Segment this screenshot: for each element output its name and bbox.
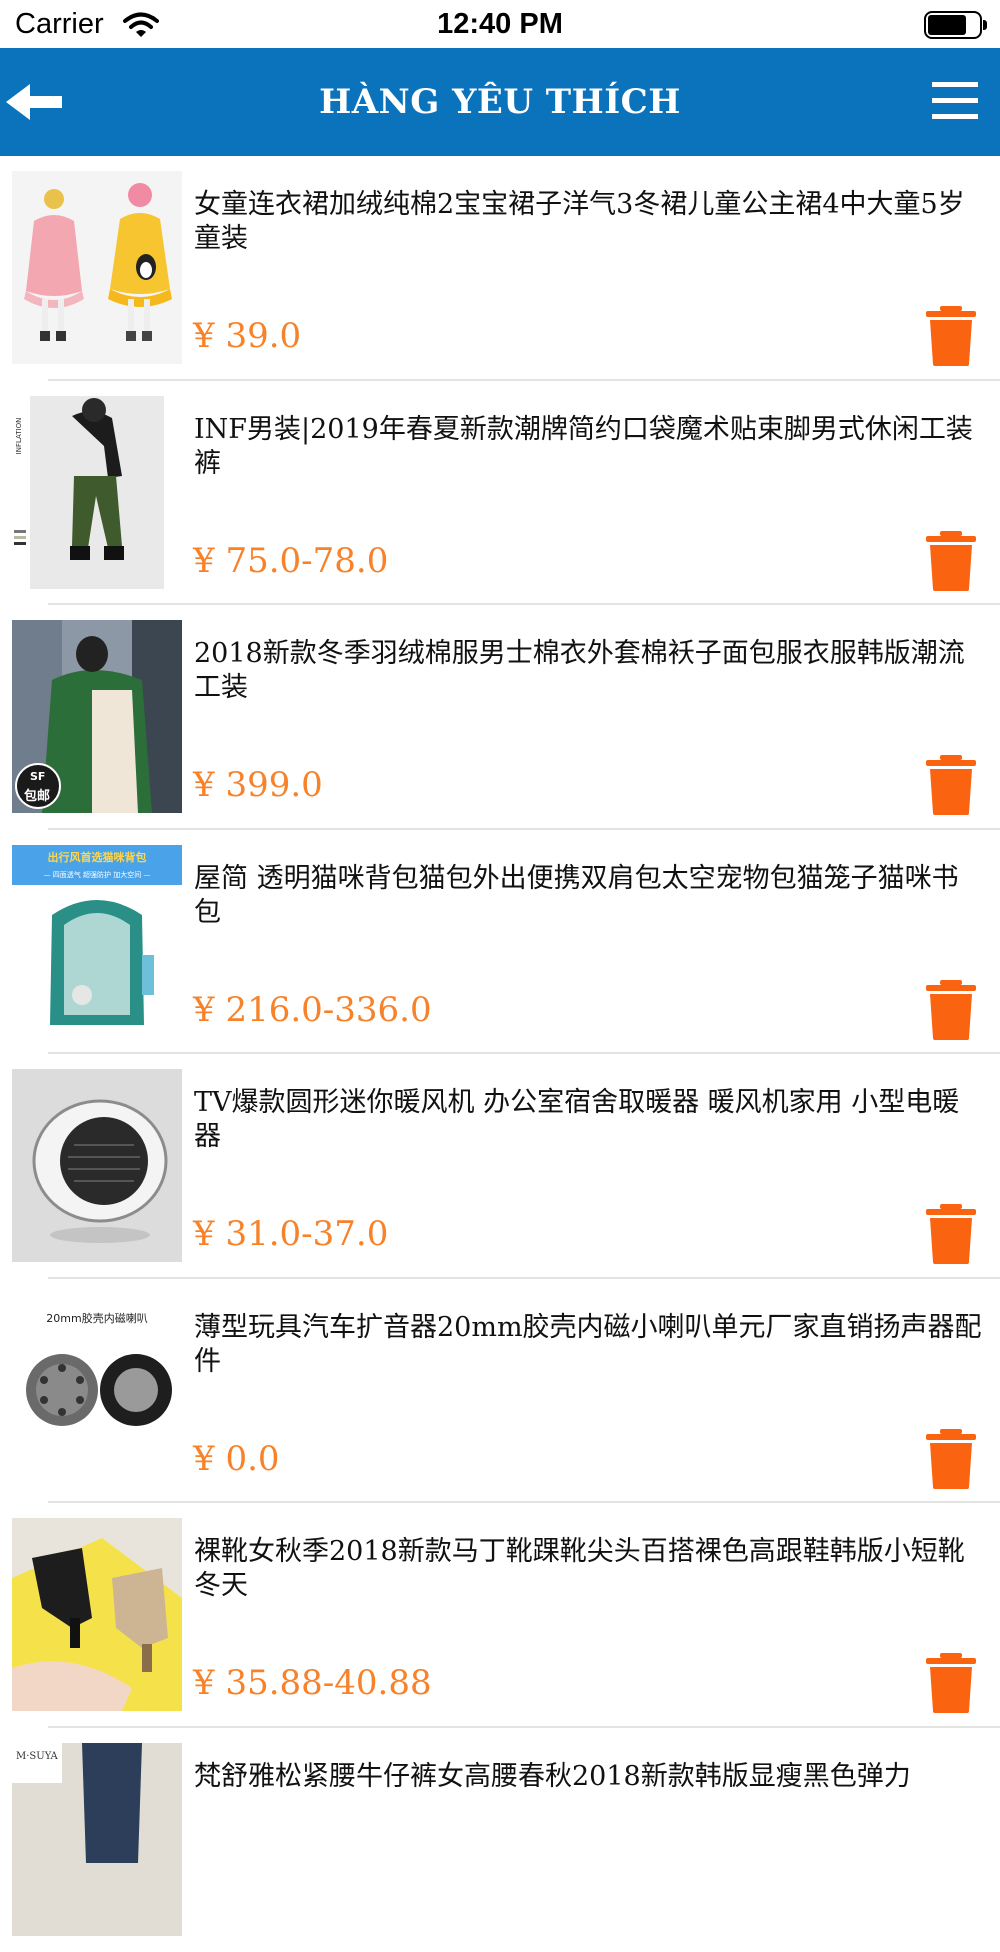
page-title: HÀNG YÊU THÍCH — [0, 82, 1000, 122]
product-price: ¥ 35.88-40.88 — [193, 1663, 432, 1703]
product-image[interactable] — [12, 1069, 182, 1262]
product-title[interactable]: 薄型玩具汽车扩音器20mm胶壳内磁小喇叭单元厂家直销扬声器配件 — [194, 1311, 984, 1379]
delete-button[interactable] — [924, 306, 978, 366]
trash-icon — [924, 1429, 978, 1489]
clock-label: 12:40 PM — [0, 8, 1000, 41]
list-item[interactable]: 20mm胶壳内磁喇叭 薄型玩具汽车扩音器20mm胶壳内磁小喇叭单元厂家直销扬声器… — [0, 1279, 1000, 1504]
thumb-brand-text: INFLATION — [15, 417, 23, 454]
thumb-badge-text: SF — [30, 770, 45, 783]
list-item[interactable]: 裸靴女秋季2018新款马丁靴踝靴尖头百搭裸色高跟鞋韩版小短靴冬天 ¥ 35.88… — [0, 1503, 1000, 1728]
product-title[interactable]: 梵舒雅松紧腰牛仔裤女高腰春秋2018新款韩版显瘦黑色弹力 — [194, 1760, 984, 1794]
delete-button[interactable] — [924, 1429, 978, 1489]
delete-button[interactable] — [924, 1204, 978, 1264]
list-item[interactable]: SF 包邮 2018新款冬季羽绒棉服男士棉衣外套棉袄子面包服衣服韩版潮流工装 ¥… — [0, 605, 1000, 830]
product-image[interactable]: INFLATION — [12, 396, 182, 589]
battery-icon — [924, 11, 988, 39]
product-title[interactable]: 裸靴女秋季2018新款马丁靴踝靴尖头百搭裸色高跟鞋韩版小短靴冬天 — [194, 1535, 984, 1603]
status-bar: Carrier 12:40 PM — [0, 0, 1000, 48]
product-image[interactable]: 出行风首选猫咪背包 — 四面透气 超强防护 加大空间 — — [12, 845, 182, 1038]
list-item[interactable]: 出行风首选猫咪背包 — 四面透气 超强防护 加大空间 — 屋简 透明猫咪背包猫包… — [0, 830, 1000, 1055]
product-image[interactable] — [12, 1518, 182, 1711]
delete-button[interactable] — [924, 980, 978, 1040]
product-price: ¥ 399.0 — [193, 765, 323, 805]
delete-button[interactable] — [924, 531, 978, 591]
trash-icon — [924, 980, 978, 1040]
delete-button[interactable] — [924, 1653, 978, 1713]
thumb-brand-text: M·SUYA — [16, 1751, 59, 1762]
list-item[interactable]: TV爆款圆形迷你暖风机 办公室宿舍取暖器 暖风机家用 小型电暖器 ¥ 31.0-… — [0, 1054, 1000, 1279]
trash-icon — [924, 306, 978, 366]
thumb-banner-text: 出行风首选猫咪背包 — [48, 850, 147, 864]
menu-button[interactable] — [928, 74, 984, 130]
product-price: ¥ 75.0-78.0 — [193, 541, 388, 581]
list-item[interactable]: INFLATION INF男装|2019年春夏新款潮牌简约口袋魔术贴束脚男式休闲… — [0, 381, 1000, 606]
trash-icon — [924, 1204, 978, 1264]
product-price: ¥ 216.0-336.0 — [193, 990, 432, 1030]
thumb-banner-text: — 四面透气 超强防护 加大空间 — — [44, 870, 151, 879]
product-title[interactable]: INF男装|2019年春夏新款潮牌简约口袋魔术贴束脚男式休闲工装裤 — [194, 413, 984, 481]
product-price: ¥ 39.0 — [193, 316, 301, 356]
list-item[interactable]: M·SUYA 梵舒雅松紧腰牛仔裤女高腰春秋2018新款韩版显瘦黑色弹力 — [0, 1728, 1000, 1952]
product-image[interactable] — [12, 171, 182, 364]
product-title[interactable]: 女童连衣裙加绒纯棉2宝宝裙子洋气3冬裙儿童公主裙4中大童5岁童装 — [194, 188, 984, 256]
trash-icon — [924, 755, 978, 815]
product-image[interactable]: 20mm胶壳内磁喇叭 — [12, 1294, 182, 1487]
trash-icon — [924, 531, 978, 591]
list-item[interactable]: 女童连衣裙加绒纯棉2宝宝裙子洋气3冬裙儿童公主裙4中大童5岁童装 ¥ 39.0 — [0, 156, 1000, 381]
product-image[interactable]: SF 包邮 — [12, 620, 182, 813]
thumb-badge-text: 包邮 — [24, 788, 50, 804]
trash-icon — [924, 1653, 978, 1713]
product-price: ¥ 31.0-37.0 — [193, 1214, 388, 1254]
product-title[interactable]: 2018新款冬季羽绒棉服男士棉衣外套棉袄子面包服衣服韩版潮流工装 — [194, 637, 984, 705]
product-image[interactable]: M·SUYA — [12, 1743, 182, 1936]
product-price: ¥ 0.0 — [193, 1439, 280, 1479]
delete-button[interactable] — [924, 755, 978, 815]
product-title[interactable]: TV爆款圆形迷你暖风机 办公室宿舍取暖器 暖风机家用 小型电暖器 — [194, 1086, 984, 1154]
hamburger-menu-icon — [928, 74, 984, 130]
product-title[interactable]: 屋简 透明猫咪背包猫包外出便携双肩包太空宠物包猫笼子猫咪书包 — [194, 862, 984, 930]
header-bar: HÀNG YÊU THÍCH — [0, 48, 1000, 156]
favorites-list: 女童连衣裙加绒纯棉2宝宝裙子洋气3冬裙儿童公主裙4中大童5岁童装 ¥ 39.0 — [0, 156, 1000, 1952]
thumb-label-text: 20mm胶壳内磁喇叭 — [46, 1311, 147, 1325]
